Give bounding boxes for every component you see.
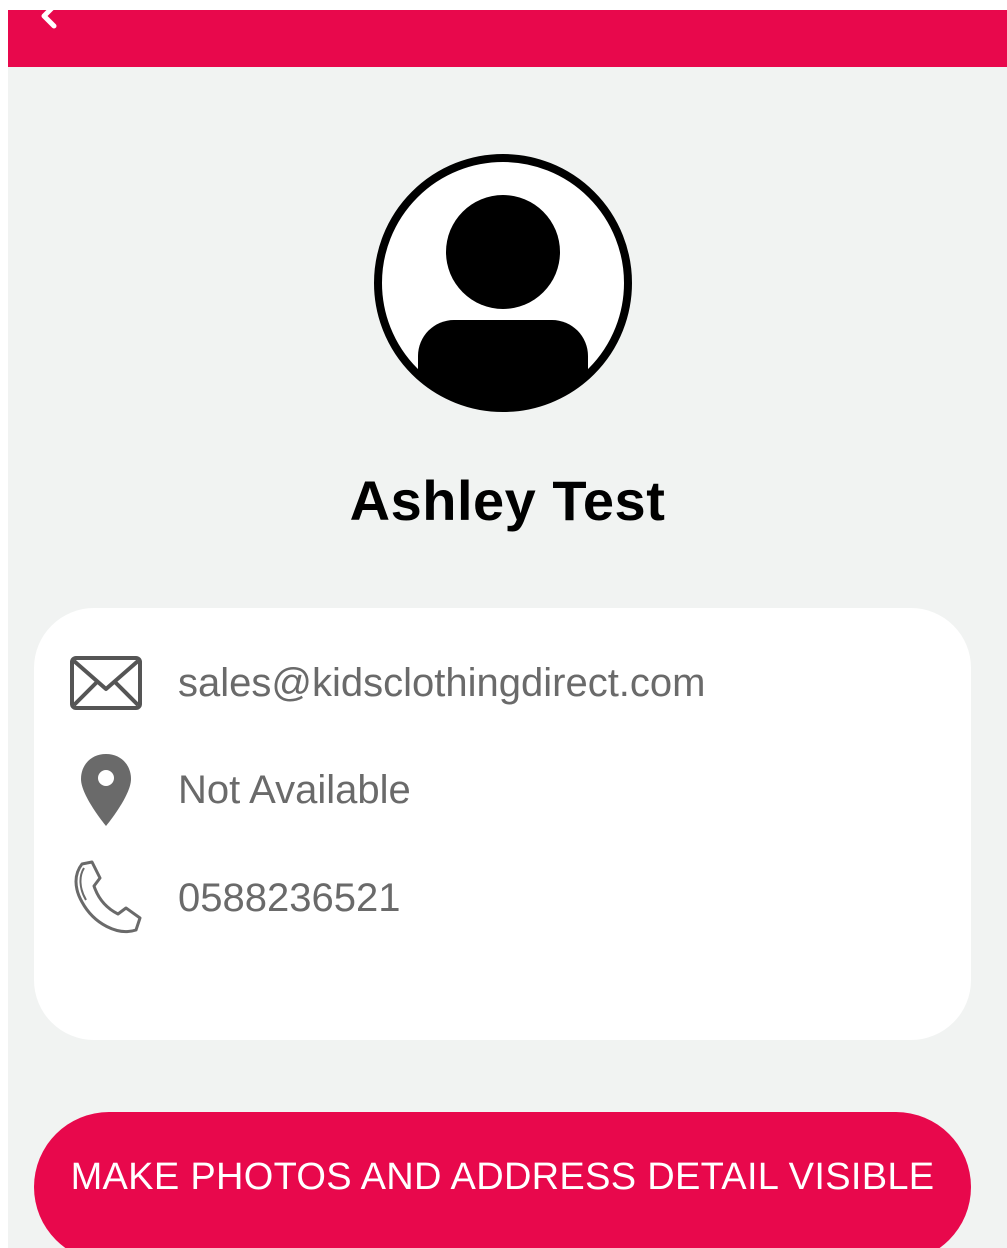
back-button[interactable]: [32, 10, 72, 36]
envelope-icon: [68, 643, 144, 723]
phone-icon: [68, 858, 144, 938]
make-visible-button-label: MAKE PHOTOS AND ADDRESS DETAIL VISIBLE: [70, 1156, 935, 1198]
contact-card: sales@kidsclothingdirect.com Not Availab…: [34, 608, 971, 1040]
contact-row-email[interactable]: sales@kidsclothingdirect.com: [34, 643, 971, 723]
app-bar: [8, 10, 1007, 67]
chevron-left-icon: [41, 10, 57, 29]
profile-name: Ashley Test: [349, 469, 666, 532]
contact-row-location: Not Available: [34, 750, 971, 830]
user-circle-icon: [374, 154, 632, 412]
phone-text: 0588236521: [178, 876, 401, 920]
location-text: Not Available: [178, 768, 411, 812]
make-visible-button[interactable]: MAKE PHOTOS AND ADDRESS DETAIL VISIBLE: [34, 1112, 971, 1248]
email-text: sales@kidsclothingdirect.com: [178, 661, 706, 705]
map-pin-icon: [68, 750, 144, 830]
profile-screen: Ashley Test sales@kidsclothingdirect.com: [8, 10, 1007, 1248]
avatar: [372, 152, 634, 414]
contact-row-phone[interactable]: 0588236521: [34, 858, 971, 938]
